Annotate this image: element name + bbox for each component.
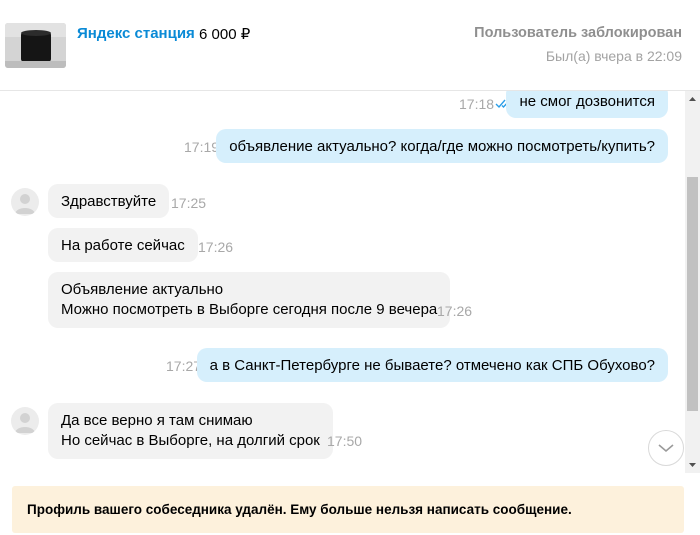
message-text: Здравствуйте (61, 192, 157, 210)
outgoing-message-bubble[interactable]: не смог дозвонится (506, 91, 668, 118)
last-seen: Был(а) вчера в 22:09 (545, 48, 682, 64)
message-time: 17:26 (437, 303, 473, 319)
message-time: 17:19 (184, 139, 220, 155)
message-time: 17:50 (327, 433, 363, 449)
outgoing-message-bubble[interactable]: а в Санкт-Петербурге не бываете? отмечен… (196, 348, 668, 382)
outgoing-message-bubble[interactable]: объявление актуально? когда/где можно по… (216, 129, 668, 163)
message-text: не смог дозвонится (519, 92, 655, 110)
message-time: 17:27 (166, 358, 202, 374)
item-title-link[interactable]: Яндекс станция (77, 25, 195, 42)
incoming-message-bubble[interactable]: На работе сейчас (48, 228, 198, 262)
message-text-line: Можно посмотреть в Выборге сегодня после… (61, 300, 438, 318)
scroll-to-bottom-button[interactable] (648, 430, 684, 466)
incoming-message-bubble[interactable]: Здравствуйте (48, 184, 170, 218)
scroll-down-arrow-icon[interactable] (685, 457, 700, 473)
scrollbar-thumb[interactable] (687, 177, 698, 411)
user-avatar-icon (11, 407, 39, 435)
chevron-down-icon (658, 444, 674, 453)
message-text: На работе сейчас (61, 236, 185, 254)
incoming-message-bubble[interactable]: Объявление актуально Можно посмотреть в … (48, 272, 451, 328)
user-status: Пользователь заблокирован (474, 25, 682, 41)
chat-header: Яндекс станция 6 000 ₽ Пользователь забл… (0, 0, 700, 91)
notice-text: Профиль вашего собеседника удалён. Ему б… (27, 502, 572, 517)
chat-scrollbar[interactable] (685, 91, 700, 473)
message-time: 17:26 (198, 239, 234, 255)
message-text: объявление актуально? когда/где можно по… (229, 137, 655, 155)
item-thumbnail[interactable] (5, 23, 66, 68)
message-time: 17:18 (459, 96, 495, 112)
item-price: 6 000 ₽ (199, 26, 251, 43)
message-text-line: Но сейчас в Выборге, на долгий срок (61, 431, 320, 449)
message-text: а в Санкт-Петербурге не бываете? отмечен… (209, 356, 655, 374)
message-time: 17:25 (171, 195, 207, 211)
scroll-up-arrow-icon[interactable] (685, 91, 700, 107)
profile-deleted-notice: Профиль вашего собеседника удалён. Ему б… (12, 486, 684, 533)
message-text-line: Объявление актуально (61, 281, 224, 298)
message-text-line: Да все верно я там снимаю (61, 412, 253, 429)
message-list[interactable]: 17:18 не смог дозвонится 17:19 объявлени… (0, 91, 700, 473)
user-avatar-icon (11, 188, 39, 216)
incoming-message-bubble[interactable]: Да все верно я там снимаю Но сейчас в Вы… (48, 403, 333, 459)
